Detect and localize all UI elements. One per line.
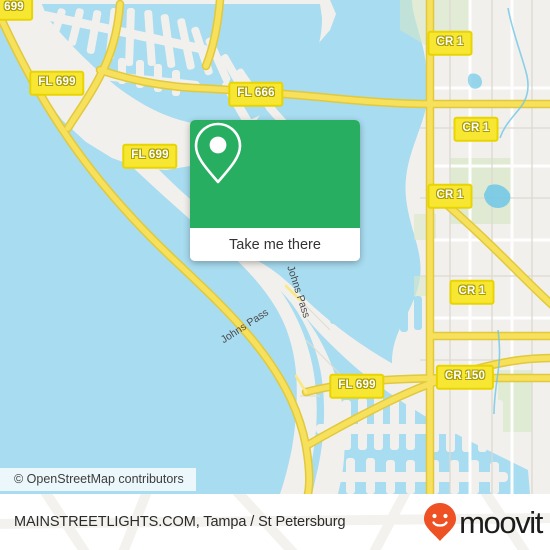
road-shield[interactable]: FL 699 <box>329 373 385 399</box>
road-shield[interactable]: FL 699 <box>122 143 178 169</box>
footer-place-title: MAINSTREETLIGHTS.COM, Tampa / St Petersb… <box>14 514 346 530</box>
footer-place-name: MAINSTREETLIGHTS.COM <box>14 514 196 530</box>
place-popup-card[interactable]: Take me there <box>190 120 360 261</box>
footer-bar: MAINSTREETLIGHTS.COM, Tampa / St Petersb… <box>0 494 550 550</box>
road-shield[interactable]: FL 699 <box>29 70 85 96</box>
road-shield[interactable]: CR 150 <box>435 364 495 390</box>
moovit-wordmark: moovit <box>459 504 543 540</box>
map-pin-icon <box>194 122 242 184</box>
road-shield[interactable]: CR 1 <box>449 279 495 305</box>
map-screenshot: 699 FL 699 FL 699 FL 666 CR 1 CR 1 CR 1 … <box>0 0 550 550</box>
popup-header <box>190 120 360 228</box>
road-shield[interactable]: FL 666 <box>228 81 284 107</box>
osm-attribution[interactable]: © OpenStreetMap contributors <box>0 468 196 491</box>
road-shield[interactable]: 699 <box>0 0 33 21</box>
road-shield[interactable]: CR 1 <box>427 183 473 209</box>
canal-fingers-south <box>316 394 508 494</box>
map-canvas[interactable]: 699 FL 699 FL 699 FL 666 CR 1 CR 1 CR 1 … <box>0 0 550 494</box>
road-shield[interactable]: CR 1 <box>453 116 499 142</box>
moovit-logo[interactable]: moovit <box>423 502 543 542</box>
moovit-pin-smiley-icon <box>424 503 457 541</box>
footer-region: Tampa / St Petersburg <box>203 514 346 530</box>
road-shield[interactable]: CR 1 <box>427 30 473 56</box>
take-me-there-button[interactable]: Take me there <box>190 228 360 261</box>
